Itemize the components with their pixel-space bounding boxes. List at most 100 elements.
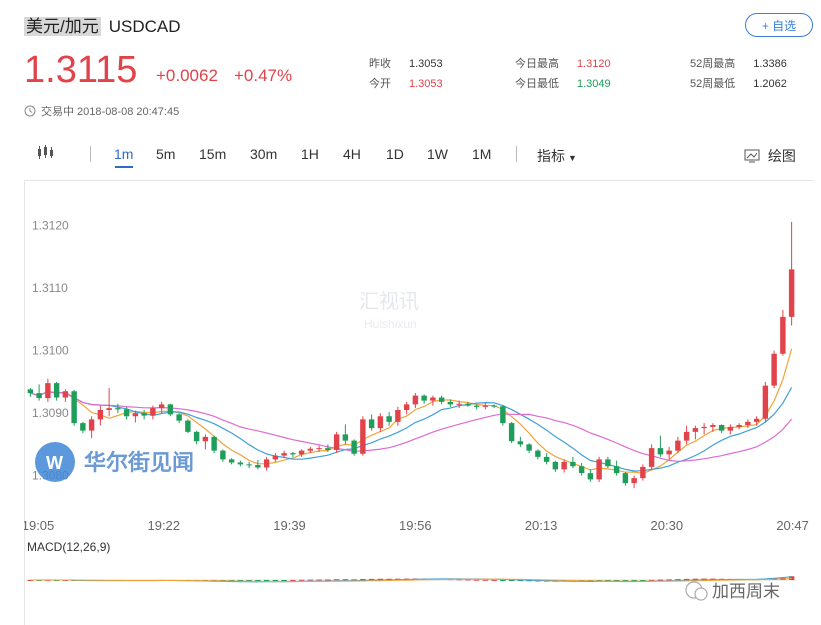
macd-bar bbox=[473, 579, 480, 581]
candle-body bbox=[508, 423, 515, 442]
candle-body bbox=[246, 464, 252, 466]
instrument-title: 美元/加元 USDCAD bbox=[24, 12, 181, 37]
macd-bar bbox=[307, 579, 314, 581]
macd-bar bbox=[342, 579, 349, 581]
candle-body bbox=[491, 405, 497, 407]
candle-body bbox=[45, 383, 51, 399]
candle-body bbox=[657, 448, 664, 455]
watermark-text-cn: 汇视讯 bbox=[359, 290, 419, 313]
macd-bar bbox=[666, 579, 672, 581]
macd-bar bbox=[325, 579, 331, 581]
candle-body bbox=[53, 383, 60, 398]
y-tick-label: 1.3100 bbox=[32, 344, 69, 358]
caret-down-icon: ▼ bbox=[568, 153, 577, 163]
x-tick-label: 19:39 bbox=[273, 518, 306, 533]
candle-body bbox=[412, 395, 419, 405]
candle-body bbox=[543, 456, 550, 462]
tab-1d[interactable]: 1D bbox=[386, 146, 404, 162]
y-tick-label: 1.3090 bbox=[32, 406, 69, 420]
candlestick-type-icon[interactable] bbox=[36, 144, 56, 163]
price-change-percent: +0.47% bbox=[234, 66, 293, 85]
candle-body bbox=[202, 436, 209, 442]
tab-30m[interactable]: 30m bbox=[250, 146, 277, 162]
candlestick-chart[interactable]: 汇视讯 Huishixun 1.31201.31101.31001.30901.… bbox=[24, 180, 814, 625]
x-axis-labels: 19:05 19:22 19:39 19:56 20:13 20:30 20:47 bbox=[24, 518, 809, 533]
x-tick-label: 19:05 bbox=[24, 518, 54, 533]
candle-body bbox=[377, 416, 384, 429]
macd-bar bbox=[255, 580, 261, 581]
candle-body bbox=[167, 404, 174, 415]
macd-bar bbox=[281, 580, 287, 581]
trading-status: 交易中 2018-08-08 20:47:45 bbox=[24, 103, 179, 119]
candle-body bbox=[316, 448, 322, 450]
candle-body bbox=[27, 389, 34, 394]
stat-day-high: 今日最高 1.3120 bbox=[515, 55, 611, 71]
tab-1w[interactable]: 1W bbox=[427, 146, 448, 162]
price-change: +0.0062 bbox=[156, 66, 218, 85]
macd-bar bbox=[298, 579, 305, 581]
add-watchlist-button[interactable]: + 自选 bbox=[745, 13, 813, 37]
candle-body bbox=[272, 455, 279, 460]
x-tick-label: 20:30 bbox=[651, 518, 684, 533]
candle-body bbox=[62, 391, 69, 398]
candle-body bbox=[482, 405, 489, 407]
candle-body bbox=[771, 353, 777, 386]
candle-body bbox=[587, 473, 594, 480]
candle-body bbox=[788, 269, 795, 317]
chart-toolbar: 1m 5m 15m 30m 1H 4H 1D 1W 1M 指标 ▼ 绘图 bbox=[24, 140, 814, 168]
chart-panel[interactable]: 汇视讯 Huishixun 1.31201.31101.31001.30901.… bbox=[24, 180, 814, 625]
macd-bar bbox=[482, 579, 489, 581]
candle-body bbox=[675, 440, 681, 451]
macd-bar bbox=[290, 579, 296, 581]
candle-body bbox=[158, 404, 165, 409]
stat-open: 今开 1.3053 bbox=[369, 75, 443, 91]
candle-body bbox=[351, 440, 357, 454]
tab-1mo[interactable]: 1M bbox=[472, 146, 491, 162]
candle-body bbox=[605, 459, 611, 467]
tab-1h[interactable]: 1H bbox=[301, 146, 319, 162]
candle-body bbox=[780, 316, 786, 354]
tab-15m[interactable]: 15m bbox=[199, 146, 226, 162]
candle-body bbox=[692, 428, 699, 432]
macd-bar bbox=[333, 579, 340, 581]
candle-body bbox=[298, 450, 305, 455]
draw-button[interactable]: 绘图 bbox=[744, 146, 796, 166]
candle-body bbox=[333, 434, 340, 450]
candle-body bbox=[465, 403, 471, 406]
y-tick-label: 1.3110 bbox=[32, 281, 68, 295]
brand-text-right: 加西周末 bbox=[712, 582, 780, 601]
candle-body bbox=[88, 419, 95, 431]
macd-label: MACD(12,26,9) bbox=[27, 540, 110, 554]
stat-value: 1.3386 bbox=[753, 58, 787, 70]
candle-body bbox=[290, 453, 296, 455]
candle-body bbox=[185, 420, 191, 432]
candle-body bbox=[342, 434, 349, 441]
tab-4h[interactable]: 4H bbox=[343, 146, 361, 162]
candle-body bbox=[552, 461, 559, 470]
candle-body bbox=[307, 448, 314, 451]
tab-1m[interactable]: 1m bbox=[114, 146, 133, 162]
tab-5m[interactable]: 5m bbox=[156, 146, 175, 162]
candle-body bbox=[631, 478, 637, 484]
draw-label: 绘图 bbox=[767, 148, 796, 164]
candle-body bbox=[97, 410, 104, 420]
candle-body bbox=[211, 436, 217, 451]
candle-body bbox=[570, 461, 576, 467]
brand-watermark-left: W 华尔街见闻 bbox=[35, 442, 194, 482]
candle-body bbox=[220, 450, 226, 460]
stat-value: 1.3053 bbox=[409, 78, 443, 90]
stat-label: 今开 bbox=[369, 78, 391, 90]
macd-bar bbox=[272, 580, 279, 581]
indicator-dropdown[interactable]: 指标 ▼ bbox=[537, 146, 577, 166]
candle-body bbox=[123, 409, 130, 417]
instrument-name: 美元/加元 bbox=[24, 17, 101, 36]
candle-body bbox=[526, 444, 532, 451]
candle-body bbox=[745, 421, 751, 425]
candle-body bbox=[395, 410, 401, 422]
candle-body bbox=[762, 385, 769, 419]
candle-body bbox=[403, 404, 410, 410]
watermark-center: 汇视讯 Huishixun bbox=[359, 290, 419, 331]
candle-body bbox=[115, 408, 121, 410]
candle-body bbox=[561, 461, 567, 470]
clock-icon bbox=[24, 105, 36, 117]
